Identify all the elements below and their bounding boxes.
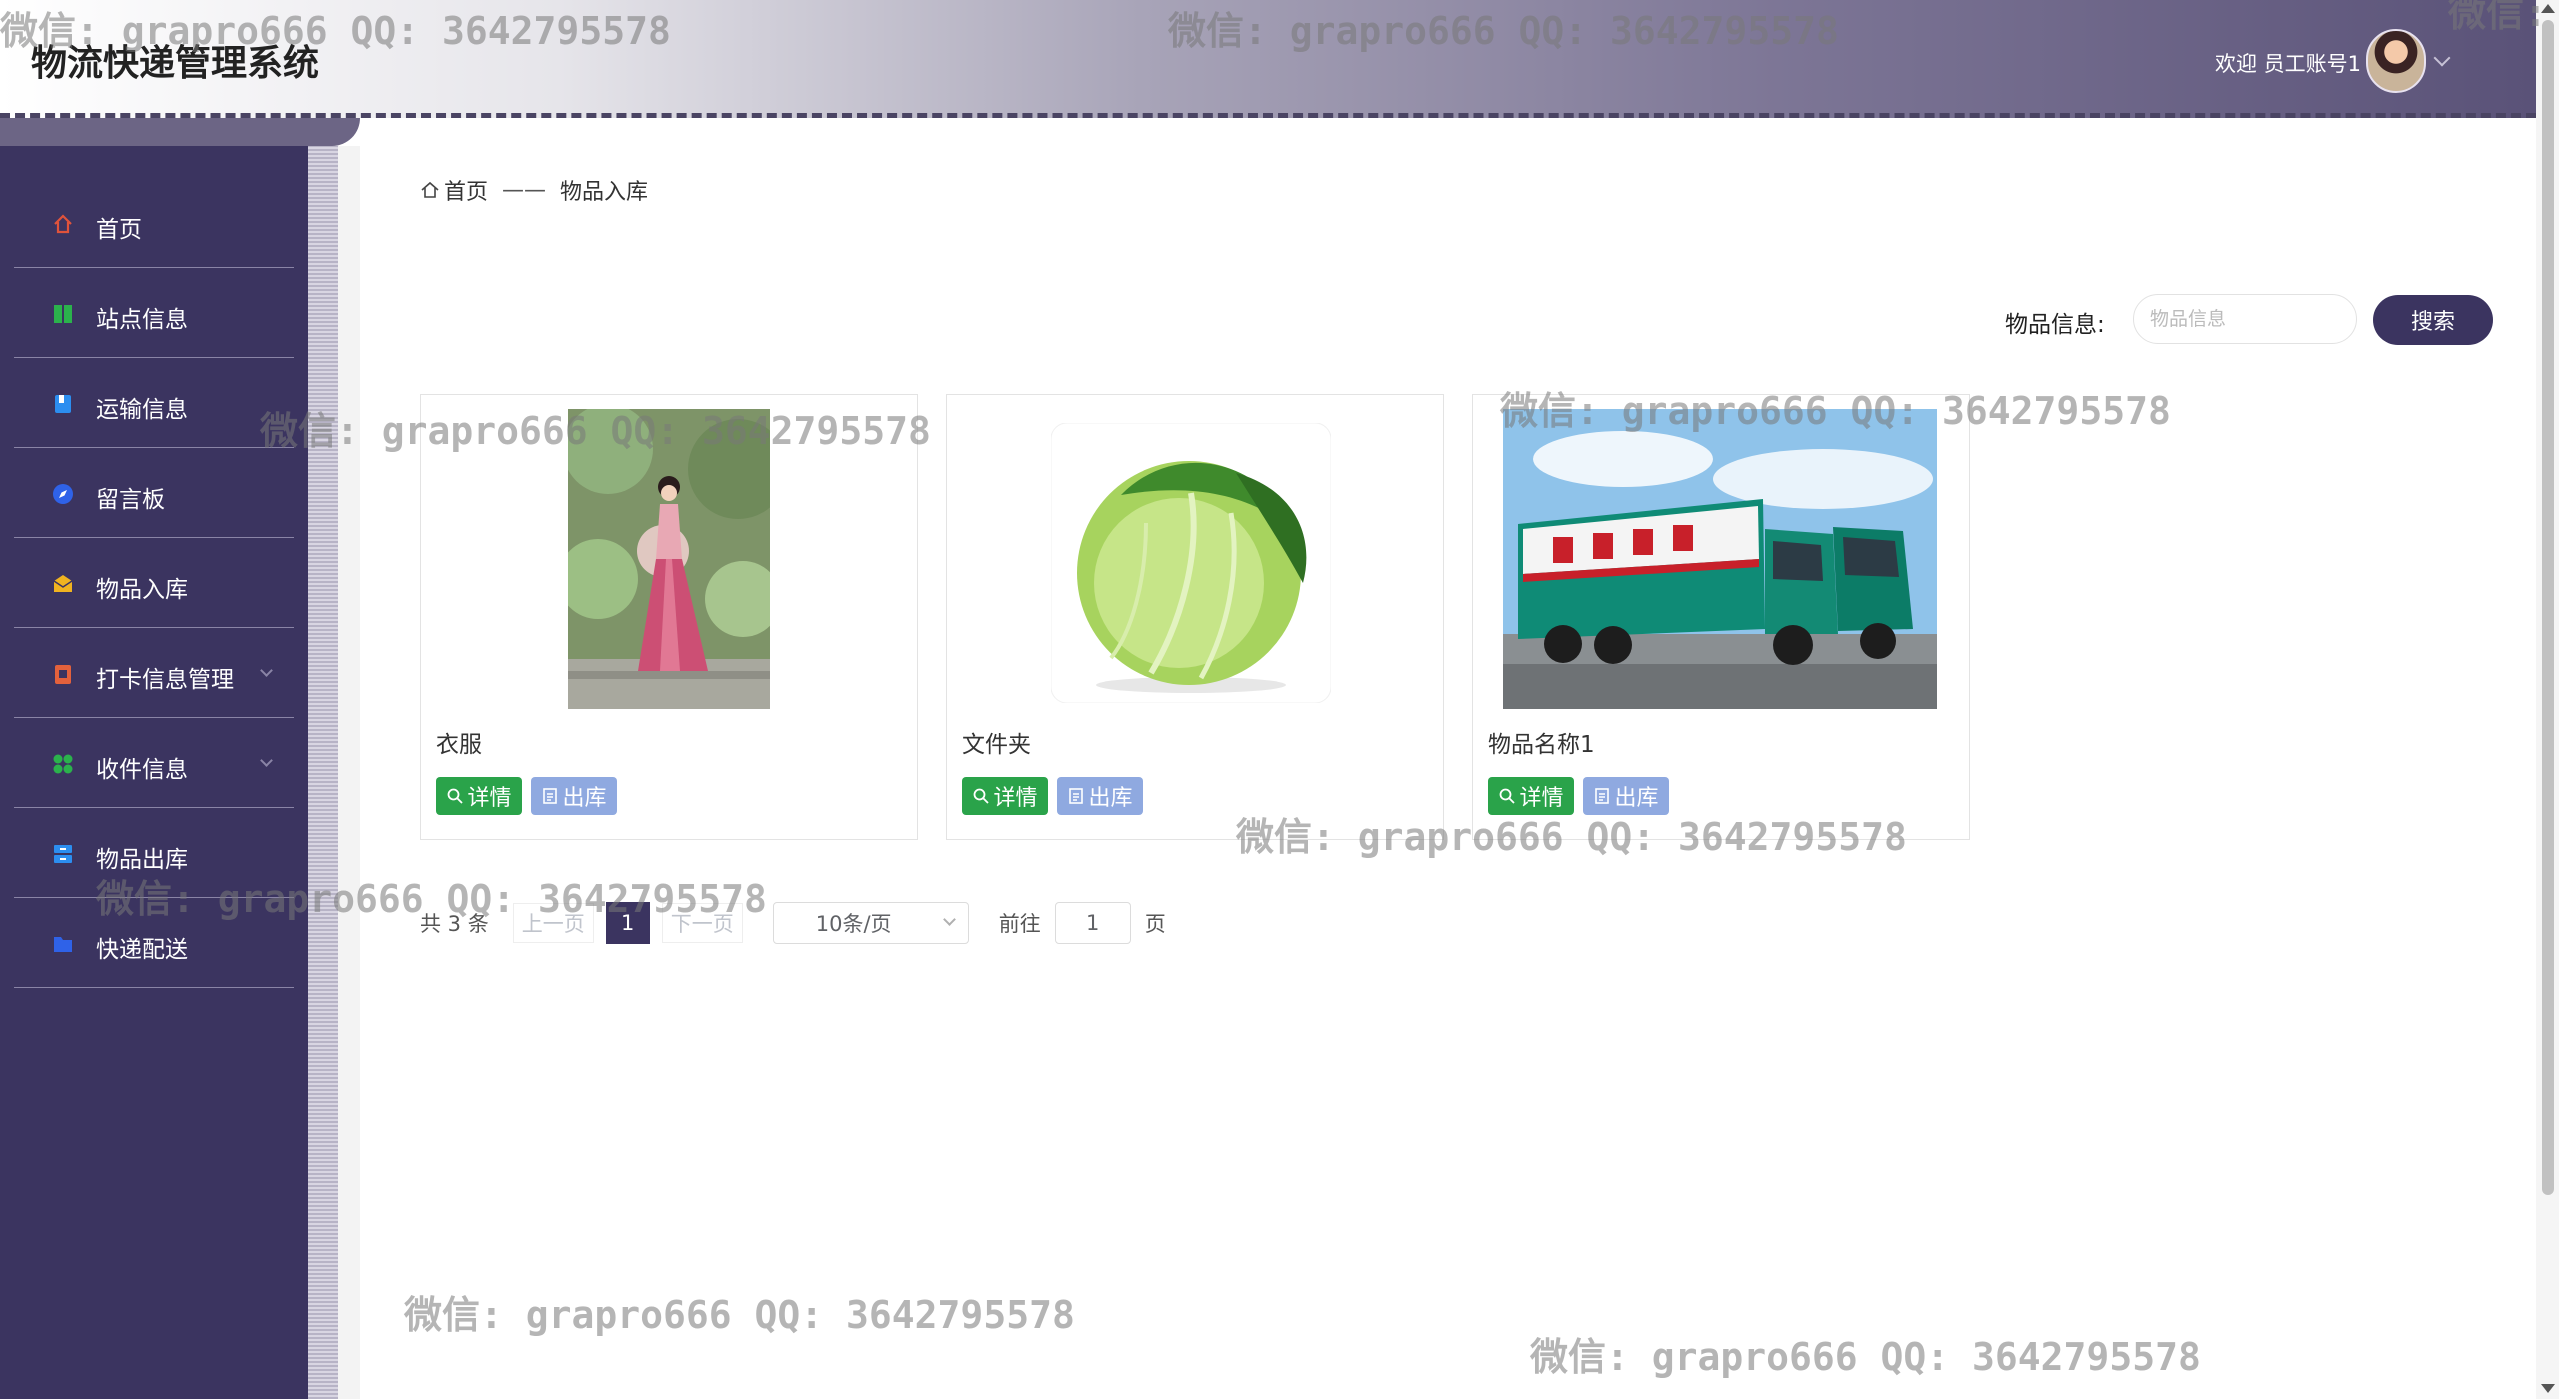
top-header: 物流快递管理系统 欢迎 员工账号1 [0, 0, 2536, 118]
search-button[interactable]: 搜索 [2373, 295, 2493, 345]
sidebar-item-delivery[interactable]: 快递配送 [14, 898, 294, 988]
scroll-down-arrow-icon[interactable] [2541, 1384, 2555, 1393]
sidebar-item-label: 打卡信息管理 [96, 667, 234, 693]
item-name: 衣服 [436, 732, 482, 758]
welcome-text: 欢迎 员工账号1 [2215, 52, 2362, 76]
detail-button[interactable]: 详情 [962, 777, 1048, 815]
outbound-button[interactable]: 出库 [1583, 777, 1669, 815]
document-icon [1069, 788, 1084, 804]
user-avatar[interactable] [2366, 29, 2426, 93]
sidebar-item-label: 首页 [96, 217, 142, 243]
current-page-button[interactable]: 1 [605, 902, 650, 944]
detail-button[interactable]: 详情 [1488, 777, 1574, 815]
sidebar-item-label: 站点信息 [96, 307, 188, 333]
item-card[interactable]: 衣服 详情 出库 [420, 394, 918, 840]
app-title: 物流快递管理系统 [31, 43, 320, 84]
breadcrumb-home[interactable]: 首页 [444, 174, 488, 206]
search-icon [448, 788, 464, 804]
grid-icon [53, 754, 73, 774]
breadcrumb: 首页 —— 物品入库 [420, 174, 648, 206]
document-icon [1595, 788, 1610, 804]
search-label: 物品信息: [2005, 312, 2105, 338]
sidebar-item-label: 物品入库 [96, 577, 188, 603]
outbound-button-label: 出库 [562, 786, 607, 811]
prev-page-button[interactable]: 上一页 [512, 903, 594, 943]
search-icon [974, 788, 990, 804]
outbound-button[interactable]: 出库 [531, 777, 617, 815]
sidebar-divider-strip [308, 146, 338, 1399]
sidebar-item-label: 留言板 [96, 487, 165, 513]
sidebar-item-message-board[interactable]: 留言板 [14, 448, 294, 538]
outbound-button-label: 出库 [1088, 786, 1133, 811]
cabbage-photo [1051, 423, 1331, 703]
sidebar-item-label: 收件信息 [96, 757, 188, 783]
content-gutter [338, 146, 360, 1399]
outbound-button-label: 出库 [1614, 786, 1659, 811]
detail-button-label: 详情 [467, 786, 512, 811]
goto-label: 前往 [998, 912, 1041, 936]
sidebar-item-label: 物品出库 [96, 847, 188, 873]
detail-button[interactable]: 详情 [436, 777, 522, 815]
cabinet-icon [54, 845, 72, 863]
sidebar: 首页 站点信息 运输信息 留言板 物品入库 打卡信息管理 收件信息 物品出库 快… [0, 146, 308, 1399]
watermark: 微信: grapro666 QQ: 3642795578 [404, 1293, 1075, 1337]
document-icon [543, 788, 558, 804]
detail-button-label: 详情 [993, 786, 1038, 811]
pagination: 共 3 条 上一页 1 下一页 10条/页 前往 页 [420, 902, 1166, 944]
page-size-select[interactable]: 10条/页 [772, 902, 969, 944]
columns-icon [54, 305, 72, 323]
chevron-down-icon [942, 913, 956, 926]
sidebar-item-inbound[interactable]: 物品入库 [14, 538, 294, 628]
header-tab-decoration [0, 118, 360, 146]
chevron-down-icon [260, 754, 273, 767]
sidebar-item-sites[interactable]: 站点信息 [14, 268, 294, 358]
home-icon [54, 214, 72, 234]
sidebar-item-outbound[interactable]: 物品出库 [14, 808, 294, 898]
green-delivery-trucks-photo [1503, 409, 1937, 709]
clipboard-icon [55, 665, 71, 684]
page-size-value: 10条/页 [815, 912, 892, 936]
goto-page-input[interactable] [1054, 902, 1131, 944]
sidebar-item-home[interactable]: 首页 [14, 178, 294, 268]
watermark: 微信: grapro666 QQ: 3642795578 [1530, 1335, 2201, 1379]
woman-in-pink-dress-photo [568, 409, 770, 709]
next-page-button[interactable]: 下一页 [661, 903, 743, 943]
page-unit-label: 页 [1144, 912, 1166, 936]
search-icon [1500, 788, 1516, 804]
chevron-down-icon[interactable] [2433, 49, 2451, 67]
item-name: 物品名称1 [1488, 732, 1595, 758]
pagination-total: 共 3 条 [420, 912, 489, 936]
outbound-button[interactable]: 出库 [1057, 777, 1143, 815]
mail-icon [53, 575, 73, 592]
item-card[interactable]: 物品名称1 详情 出库 [1472, 394, 1970, 840]
sidebar-item-receiving[interactable]: 收件信息 [14, 718, 294, 808]
breadcrumb-current: 物品入库 [560, 180, 649, 205]
breadcrumb-separator: —— [502, 177, 547, 203]
sidebar-item-checkin[interactable]: 打卡信息管理 [14, 628, 294, 718]
bookmark-icon [55, 395, 71, 413]
sidebar-item-label: 快递配送 [96, 937, 188, 963]
home-icon[interactable] [420, 180, 440, 200]
sidebar-item-transport[interactable]: 运输信息 [14, 358, 294, 448]
compass-icon [53, 484, 73, 504]
detail-button-label: 详情 [1519, 786, 1564, 811]
chevron-down-icon [260, 664, 273, 677]
scrollbar-thumb[interactable] [2542, 20, 2554, 1195]
scroll-up-arrow-icon[interactable] [2541, 4, 2555, 13]
item-card[interactable]: 文件夹 详情 出库 [946, 394, 1444, 840]
search-input[interactable] [2133, 294, 2357, 344]
sidebar-item-label: 运输信息 [96, 397, 188, 423]
item-name: 文件夹 [962, 732, 1031, 758]
folder-icon [54, 937, 72, 952]
